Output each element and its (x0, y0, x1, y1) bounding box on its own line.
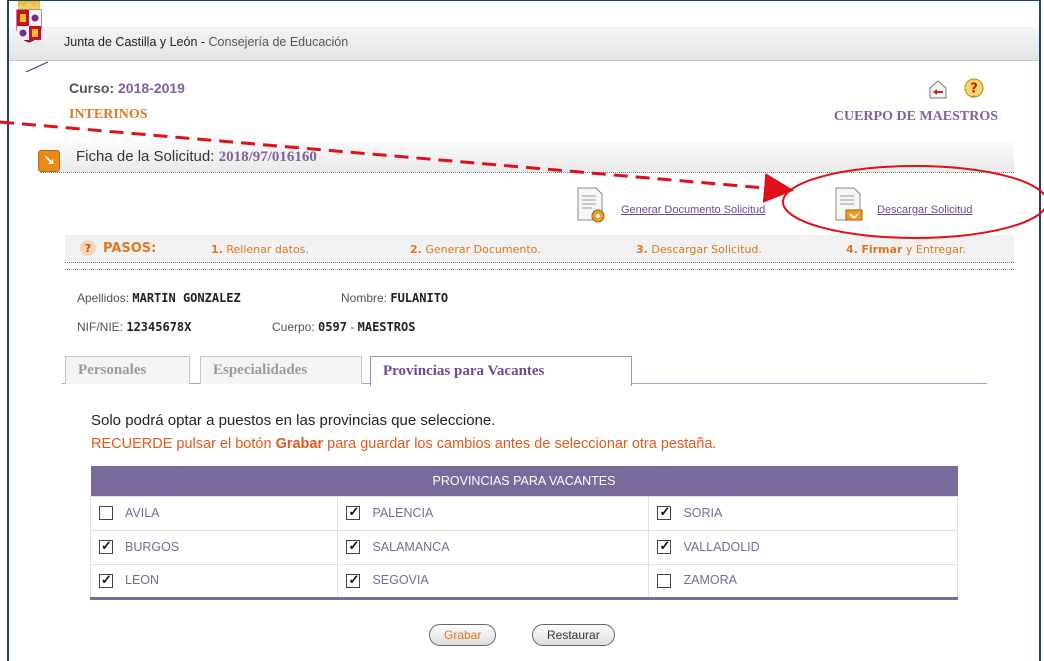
province-label: ZAMORA (683, 573, 737, 588)
province-label: AVILA (125, 505, 160, 520)
reminder-message: RECUERDE pulsar el botón Grabar para gua… (91, 436, 716, 452)
province-checkbox[interactable] (99, 572, 113, 588)
nombre-field: Nombre: FULANITO (341, 291, 448, 305)
cuerpo-title: CUERPO DE MAESTROS (833, 109, 998, 124)
table-row: AVILA PALENCIA SORIA (89, 495, 958, 531)
step-2-num: 2. (410, 243, 422, 256)
nombre-label: Nombre: (341, 291, 388, 305)
province-label: SEGOVIA (372, 573, 429, 588)
curso-line: Curso: 2018-2019 (69, 80, 185, 96)
cuerpo-code: 0597 (318, 320, 347, 334)
step-4-bold: Firmar (861, 243, 903, 256)
province-checkbox[interactable] (657, 538, 672, 555)
steps-title: PASOS: (103, 241, 157, 256)
table-header-row: PROVINCIAS PARA VACANTES (90, 466, 958, 496)
apellidos-field: Apellidos: MARTIN GONZALEZ (77, 291, 241, 305)
help-question-icon[interactable]: ? (80, 240, 96, 256)
province-cell: SALAMANCA (337, 529, 650, 565)
province-label: LEON (125, 573, 160, 588)
generate-document-icon[interactable] (576, 186, 606, 224)
province-cell: PALENCIA (337, 495, 650, 531)
header-bar: Junta de Castilla y León - Consejería de… (9, 27, 1039, 61)
tab-especialidades[interactable]: Especialidades (200, 356, 362, 384)
province-cell: SEGOVIA (337, 563, 650, 600)
generate-document-link[interactable]: Generar Documento Solicitud (621, 204, 765, 216)
province-checkbox[interactable] (99, 506, 113, 521)
table-body: AVILA PALENCIA SORIA BURGOS SALAMANCA VALLADO… (89, 495, 958, 600)
nif-field: NIF/NIE: 12345678X (77, 320, 191, 334)
step-1-text: Rellenar datos. (226, 243, 309, 256)
province-cell: BURGOS (89, 529, 339, 565)
nif-label: NIF/NIE: (77, 320, 124, 334)
province-cell: ZAMORA (648, 563, 958, 600)
step-1-num: 1. (211, 243, 223, 256)
tab-provincias[interactable]: Provincias para Vacantes (370, 356, 632, 386)
cuerpo-name: MAESTROS (357, 320, 416, 334)
download-request-icon[interactable] (834, 186, 864, 224)
province-checkbox[interactable] (99, 538, 113, 555)
province-label: BURGOS (125, 539, 180, 554)
table-header: PROVINCIAS PARA VACANTES (90, 466, 958, 496)
download-request-link[interactable]: Descargar Solicitud (877, 204, 972, 216)
step-2-text: Generar Documento. (425, 243, 541, 256)
apellidos-value: MARTIN GONZALEZ (132, 291, 241, 305)
step-2: 2. Generar Documento. (410, 243, 541, 256)
cuerpo-label: Cuerpo: (272, 320, 315, 334)
help-icon[interactable]: ? (963, 78, 985, 100)
top-icons: ? (927, 78, 985, 100)
table-row: LEON SEGOVIA ZAMORA (89, 563, 958, 600)
restaurar-button[interactable]: Restaurar (532, 624, 615, 646)
curso-value: 2018-2019 (118, 80, 185, 96)
header-separator: - (197, 35, 209, 49)
grabar-button[interactable]: Grabar (429, 624, 497, 646)
province-checkbox[interactable] (657, 504, 672, 521)
cuerpo-field: Cuerpo: 0597 - MAESTROS (272, 320, 415, 334)
province-cell: VALLADOLID (648, 529, 958, 565)
province-label: PALENCIA (372, 505, 434, 520)
province-cell: SORIA (648, 495, 958, 531)
exit-icon[interactable] (927, 78, 949, 100)
cuerpo-sep: - (346, 320, 358, 334)
apellidos-label: Apellidos: (77, 291, 130, 305)
coat-of-arms-logo (16, 1, 48, 72)
header-title: Junta de Castilla y León - Consejería de… (64, 35, 348, 49)
province-checkbox[interactable] (657, 573, 672, 588)
province-checkbox[interactable] (346, 504, 361, 521)
tipo-label: INTERINOS (69, 107, 148, 122)
org-name: Junta de Castilla y León (64, 35, 198, 49)
ficha-title: Ficha de la Solicitud: 2018/97/016160 (76, 148, 317, 166)
arrow-down-right-icon: ↘ (38, 150, 60, 172)
nombre-value: FULANITO (390, 291, 449, 305)
svg-text:?: ? (970, 82, 978, 97)
provinces-table: PROVINCIAS PARA VACANTES AVILA PALENCIA SO… (89, 466, 958, 600)
info-message: Solo podrá optar a puestos en las provin… (91, 412, 496, 429)
tab-bar: Personales Especialidades Provincias par… (62, 356, 987, 386)
province-cell: LEON (89, 563, 339, 600)
step-3-num: 3. (636, 243, 648, 256)
province-checkbox[interactable] (346, 538, 361, 555)
tab-personales[interactable]: Personales (65, 356, 190, 384)
step-4: 4. Firmar y Entregar. (846, 243, 966, 256)
reminder-part-2: para guardar los cambios antes de selecc… (323, 436, 717, 452)
reminder-part-1: RECUERDE pulsar el botón (91, 436, 276, 452)
table-row: BURGOS SALAMANCA VALLADOLID (89, 529, 958, 565)
step-3: 3. Descargar Solicitud. (636, 243, 762, 256)
ficha-number: 2018/97/016160 (218, 149, 317, 165)
province-checkbox[interactable] (346, 572, 361, 588)
province-label: SALAMANCA (372, 539, 450, 554)
province-label: SORIA (683, 505, 723, 520)
ficha-label: Ficha de la Solicitud: (76, 148, 215, 165)
step-4-text: y Entregar. (905, 243, 966, 256)
step-1: 1. Rellenar datos. (211, 243, 309, 256)
province-label: VALLADOLID (683, 539, 760, 554)
dept-name: Consejería de Educación (208, 35, 349, 49)
step-3-text: Descargar Solicitud. (651, 243, 762, 256)
province-cell: AVILA (89, 495, 339, 531)
step-4-num: 4. (846, 243, 858, 256)
divider (65, 269, 1014, 270)
nif-value: 12345678X (126, 320, 192, 334)
reminder-grabar: Grabar (275, 436, 324, 452)
curso-label: Curso: (69, 80, 115, 96)
